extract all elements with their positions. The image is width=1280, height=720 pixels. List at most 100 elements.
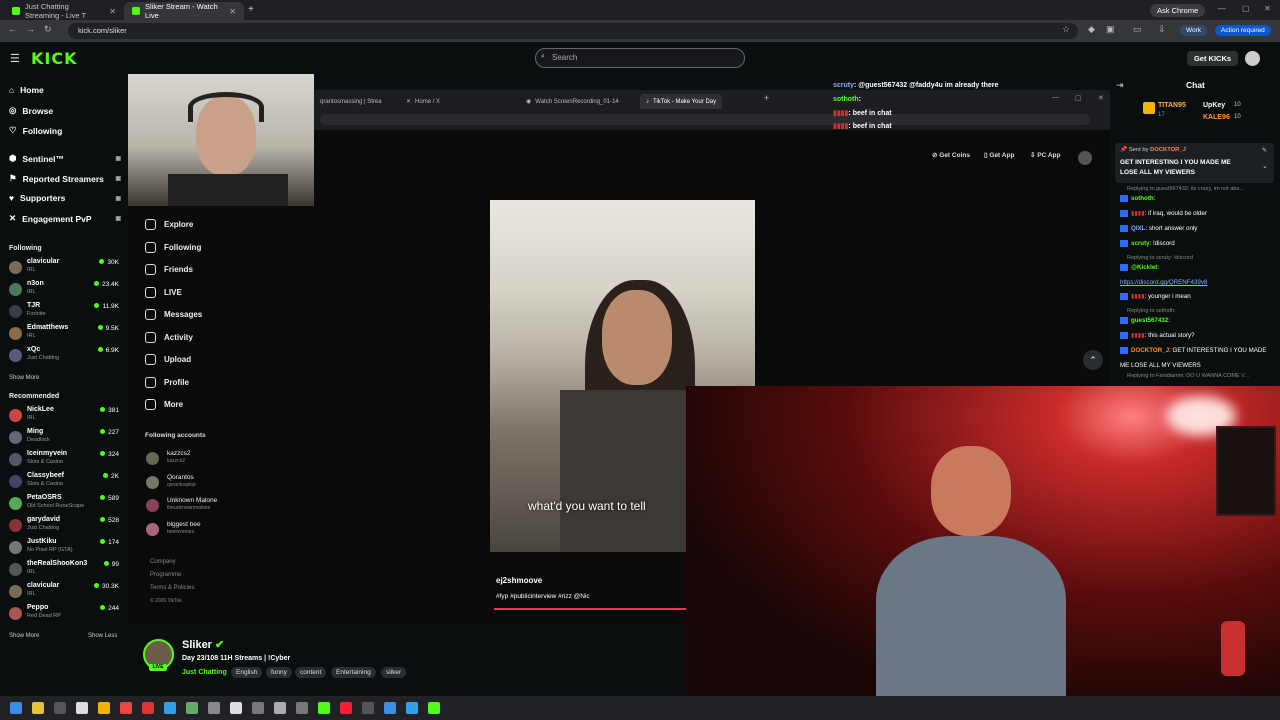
sidebar-channel[interactable]: Ming Deadlock 227: [9, 428, 121, 448]
tiktok-icon[interactable]: [340, 702, 352, 714]
tiktok-nav-activity[interactable]: Activity: [145, 331, 193, 343]
app-icon[interactable]: [384, 702, 396, 714]
tiktok-footer-link[interactable]: Company: [150, 559, 176, 565]
stream-tag[interactable]: content: [295, 667, 327, 678]
chat-username[interactable]: @Kicklet: [1131, 264, 1157, 271]
tiktok-nav-friends[interactable]: Friends: [145, 264, 193, 275]
task-view-icon[interactable]: [54, 702, 66, 714]
maximize-icon[interactable]: ▢: [1242, 4, 1250, 13]
new-tab-icon[interactable]: +: [248, 4, 254, 15]
sidebar-channel[interactable]: xQc Just Chatting 6.9K: [9, 346, 121, 366]
sidebar-item-supporters[interactable]: ♥ Supporters ▣: [9, 193, 121, 203]
collapse-chat-icon[interactable]: ⇥: [1116, 80, 1124, 91]
firefox-icon[interactable]: [120, 702, 132, 714]
stream-tag[interactable]: English: [231, 667, 263, 678]
stream-tag[interactable]: sliker: [381, 667, 407, 678]
spotify-icon[interactable]: [428, 702, 440, 714]
cast-icon[interactable]: ▭: [1133, 24, 1142, 35]
sidebar-item-engagement[interactable]: ✕ Engagement PvP ▣: [9, 213, 121, 224]
sidebar-channel[interactable]: JustKiku No Pixel RP (GTA) 174: [9, 538, 121, 558]
inner-tab[interactable]: ✕ Home / X: [400, 94, 446, 109]
tiktok-footer-link[interactable]: Terms & Policies: [150, 585, 194, 591]
notepad-icon[interactable]: [230, 702, 242, 714]
sidebar-item-sentinel[interactable]: ⬢ Sentinel™ ▣: [9, 153, 121, 164]
back-icon[interactable]: ←: [8, 24, 17, 34]
file-explorer-icon[interactable]: [76, 702, 88, 714]
video-username[interactable]: ej2shmoove: [496, 576, 542, 585]
user-avatar[interactable]: [1245, 51, 1260, 66]
pin-icon[interactable]: ▣: [115, 155, 121, 162]
kick-icon[interactable]: [318, 702, 330, 714]
inner-url-field[interactable]: [320, 114, 1090, 125]
sidebar-item-following[interactable]: ♡ Following: [9, 125, 121, 136]
browser-tab-active[interactable]: Sliker Stream - Watch Live ✕: [124, 2, 244, 20]
stream-tag[interactable]: funny: [266, 667, 292, 678]
show-more-recommended[interactable]: Show More: [9, 633, 39, 639]
pc-app-button[interactable]: ⇩ PC App: [1030, 151, 1061, 159]
sidebar-channel[interactable]: PetaOSRS Old School RuneScape 589: [9, 494, 121, 514]
chat-message[interactable]: guest567432:: [1120, 317, 1170, 324]
inner-maximize-icon[interactable]: ▢: [1075, 94, 1082, 102]
copilot-icon[interactable]: [32, 702, 44, 714]
chat-message[interactable]: ▮▮▮▮: younger i mean: [1120, 293, 1191, 300]
chevron-down-icon[interactable]: ⌄: [1262, 162, 1268, 170]
get-kicks-button[interactable]: Get KICKs: [1187, 51, 1238, 66]
opera-icon[interactable]: [142, 702, 154, 714]
sidebar-channel[interactable]: n3on IRL 23.4K: [9, 280, 121, 300]
chat-message[interactable]: DOCKTOR_J: GET INTERESTING I YOU MADE: [1120, 347, 1266, 354]
chat-message[interactable]: @Kicklet:: [1120, 264, 1159, 271]
stream-tag[interactable]: Entertaining: [331, 667, 376, 678]
following-account[interactable]: biggest bee beelovemes: [146, 521, 256, 539]
tiktok-footer-link[interactable]: Programme: [150, 572, 181, 578]
chat-message[interactable]: ▮▮▮▮: this actual story?: [1120, 332, 1195, 339]
sidebar-channel[interactable]: theRealShooKon3 IRL 99: [9, 560, 121, 580]
chat-username[interactable]: DOCKTOR_J: [1131, 347, 1169, 354]
edge-icon[interactable]: [164, 702, 176, 714]
minimize-icon[interactable]: —: [1218, 4, 1226, 13]
capcut-icon[interactable]: [362, 702, 374, 714]
sidebar-channel[interactable]: Iceinmyvein Slots & Casino 324: [9, 450, 121, 470]
chat-message[interactable]: scruty: !discord: [1120, 240, 1175, 247]
tiktok-nav-upload[interactable]: Upload: [145, 354, 191, 365]
sidebar-channel[interactable]: NickLee IRL 381: [9, 406, 121, 426]
following-account[interactable]: Qorantos qorantosplsp: [146, 474, 256, 492]
url-field[interactable]: kick.com/sliker: [68, 23, 1078, 39]
stream-category[interactable]: Just Chatting: [182, 669, 227, 676]
sidebar-channel[interactable]: clavicular IRL 30.3K: [9, 582, 121, 602]
chrome-icon[interactable]: [98, 702, 110, 714]
bookmark-star-icon[interactable]: ☆: [1062, 24, 1070, 35]
profile-chip[interactable]: Work: [1180, 25, 1208, 36]
chat-username[interactable]: sothoth: [1131, 195, 1154, 202]
search-input[interactable]: Search: [535, 48, 745, 68]
tiktok-nav-more[interactable]: More: [145, 399, 183, 410]
pin-icon[interactable]: ▣: [115, 175, 121, 182]
download-icon[interactable]: ⇩: [1158, 24, 1166, 35]
get-coins-button[interactable]: ⊘ Get Coins: [932, 151, 970, 159]
sidebar-item-browse[interactable]: ◎ Browse: [9, 105, 121, 116]
tiktok-nav-messages[interactable]: Messages: [145, 309, 202, 320]
inner-close-icon[interactable]: ✕: [1098, 94, 1104, 102]
extensions-puzzle-icon[interactable]: ▣: [1106, 24, 1115, 35]
forward-icon[interactable]: →: [26, 24, 35, 34]
chat-username[interactable]: QIXL: [1131, 225, 1145, 232]
following-account[interactable]: Unknown Malone theunknownmalone: [146, 497, 256, 515]
sidebar-channel[interactable]: Peppo Red Dead RP 244: [9, 604, 121, 624]
settings-icon[interactable]: [252, 702, 264, 714]
sidebar-item-home[interactable]: ⌂ Home: [9, 85, 121, 95]
chat-username[interactable]: guest567432: [1131, 317, 1168, 324]
menu-icon[interactable]: ☰: [10, 52, 20, 65]
chat-message[interactable]: QIXL: short answer only: [1120, 225, 1197, 232]
unpin-icon[interactable]: ✎: [1262, 147, 1267, 154]
following-account[interactable]: kazzcs2 kazzcs2: [146, 450, 256, 468]
scroll-up-button[interactable]: ⌃: [1083, 350, 1103, 370]
show-more-following[interactable]: Show More: [9, 375, 39, 381]
obs-icon[interactable]: [274, 702, 286, 714]
reload-icon[interactable]: ↻: [44, 24, 52, 35]
sidebar-channel[interactable]: TJR Fortnite 11.9K: [9, 302, 121, 322]
video-hashtags[interactable]: #fyp #publicinterview #rizz @Nic: [496, 593, 590, 600]
browser-tab[interactable]: Just Chatting Streaming - Live T ✕: [4, 2, 124, 20]
kick-logo[interactable]: KICK: [31, 49, 78, 68]
chat-message[interactable]: ME LOSE ALL MY VIEWERS: [1120, 362, 1201, 369]
close-tab-icon[interactable]: ✕: [109, 7, 116, 16]
sidebar-channel[interactable]: clavicular IRL 30K: [9, 258, 121, 278]
